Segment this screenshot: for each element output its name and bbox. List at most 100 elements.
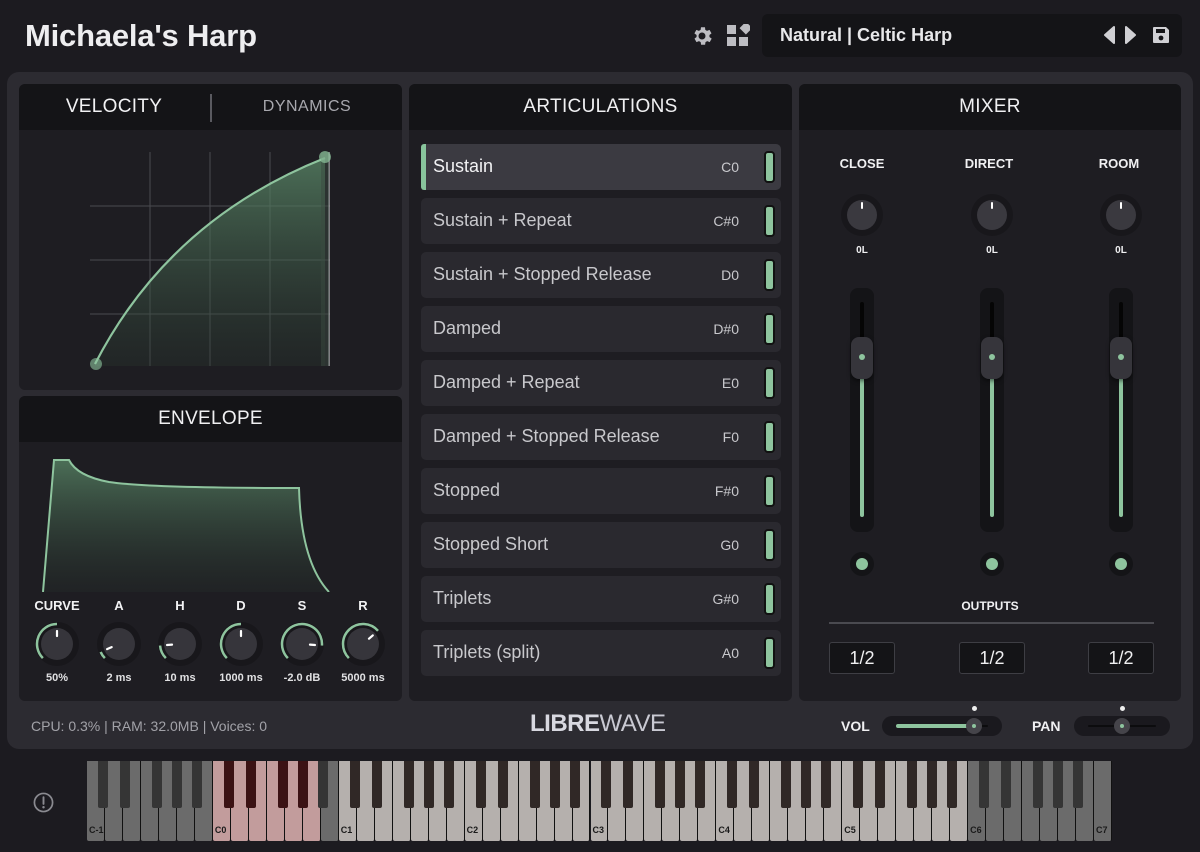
black-key[interactable] [119, 761, 130, 808]
velocity-end-handle[interactable] [319, 151, 331, 163]
attack-knob-dial[interactable] [95, 620, 143, 668]
black-key[interactable] [801, 761, 812, 808]
black-key[interactable] [349, 761, 360, 808]
preset-selector[interactable]: Natural | Celtic Harp [762, 14, 1182, 57]
black-key[interactable] [497, 761, 508, 808]
direct-pan-knob[interactable] [969, 192, 1015, 238]
floppy-icon[interactable] [1151, 25, 1171, 45]
black-key[interactable] [1001, 761, 1012, 808]
grid-icon[interactable] [726, 24, 750, 48]
articulation-item[interactable]: Sustain C0 [421, 144, 781, 190]
articulation-item[interactable]: Sustain + Stopped Release D0 [421, 252, 781, 298]
black-key[interactable] [297, 761, 308, 808]
room-fader[interactable] [1109, 288, 1133, 532]
knob-hold[interactable]: H 10 ms [150, 596, 210, 684]
black-key[interactable] [423, 761, 434, 808]
black-key[interactable] [569, 761, 580, 808]
black-key[interactable] [223, 761, 234, 808]
knob-attack[interactable]: A 2 ms [89, 596, 149, 684]
articulation-item[interactable]: Stopped Short G0 [421, 522, 781, 568]
black-key[interactable] [151, 761, 162, 808]
caret-right-icon[interactable] [1123, 26, 1137, 44]
black-key[interactable] [601, 761, 612, 808]
black-key[interactable] [749, 761, 760, 808]
knob-sustain[interactable]: S -2.0 dB [272, 596, 332, 684]
close-enable-toggle[interactable] [850, 552, 874, 576]
knob-decay[interactable]: D 1000 ms [211, 596, 271, 684]
piano-keyboard[interactable]: C-1 C0 C1 C2 C3 C4 C5 C6 C7 [87, 761, 1112, 841]
black-key[interactable] [475, 761, 486, 808]
black-key[interactable] [1053, 761, 1064, 808]
channel-label-direct: DIRECT [964, 156, 1014, 171]
alert-icon[interactable] [33, 792, 54, 813]
black-key[interactable] [979, 761, 990, 808]
articulation-keyswitch: C0 [721, 159, 739, 175]
room-pan-knob[interactable] [1098, 192, 1144, 238]
close-output-select[interactable]: 1/2 [829, 642, 895, 674]
release-knob-dial[interactable] [339, 620, 387, 668]
tab-dynamics[interactable]: DYNAMICS [212, 98, 402, 116]
fader-handle[interactable] [1110, 336, 1132, 379]
black-key[interactable] [907, 761, 918, 808]
curve-knob-dial[interactable] [33, 620, 81, 668]
hold-knob-dial[interactable] [156, 620, 204, 668]
black-key[interactable] [927, 761, 938, 808]
volume-slider[interactable] [882, 706, 1002, 736]
black-key[interactable] [403, 761, 414, 808]
black-key[interactable] [781, 761, 792, 808]
black-key[interactable] [623, 761, 634, 808]
envelope-graph[interactable] [19, 442, 402, 592]
black-key[interactable] [727, 761, 738, 808]
tab-velocity[interactable]: VELOCITY [19, 96, 209, 118]
articulation-item[interactable]: Sustain + Repeat C#0 [421, 198, 781, 244]
articulation-item[interactable]: Damped D#0 [421, 306, 781, 352]
black-key[interactable] [277, 761, 288, 808]
pan-slider[interactable] [1074, 706, 1170, 736]
knob-label: S [297, 598, 307, 613]
fader-handle[interactable] [981, 336, 1003, 379]
direct-output-select[interactable]: 1/2 [959, 642, 1025, 674]
black-key[interactable] [191, 761, 202, 808]
knob-curve[interactable]: CURVE 50% [27, 596, 87, 684]
close-pan-knob[interactable] [839, 192, 885, 238]
decay-knob-dial[interactable] [217, 620, 265, 668]
black-key[interactable] [529, 761, 540, 808]
black-key[interactable] [1033, 761, 1044, 808]
black-key[interactable] [443, 761, 454, 808]
fader-handle[interactable] [851, 336, 873, 379]
black-key[interactable] [875, 761, 886, 808]
slider-thumb[interactable] [966, 718, 983, 734]
black-key[interactable] [317, 761, 328, 808]
black-key[interactable] [675, 761, 686, 808]
gear-icon[interactable] [690, 24, 714, 48]
articulation-item[interactable]: Triplets G#0 [421, 576, 781, 622]
preset-name[interactable]: Natural | Celtic Harp [780, 25, 952, 46]
black-key[interactable] [695, 761, 706, 808]
slider-thumb[interactable] [1114, 718, 1130, 734]
black-key[interactable] [371, 761, 382, 808]
black-key[interactable] [97, 761, 108, 808]
black-key[interactable] [171, 761, 182, 808]
black-key[interactable] [245, 761, 256, 808]
white-key[interactable]: C7 [1094, 761, 1112, 841]
black-key[interactable] [1073, 761, 1084, 808]
black-key[interactable] [655, 761, 666, 808]
knob-release[interactable]: R 5000 ms [333, 596, 393, 684]
black-key[interactable] [947, 761, 958, 808]
black-key[interactable] [821, 761, 832, 808]
articulation-item[interactable]: Damped + Repeat E0 [421, 360, 781, 406]
articulation-item[interactable]: Stopped F#0 [421, 468, 781, 514]
direct-fader[interactable] [980, 288, 1004, 532]
direct-enable-toggle[interactable] [980, 552, 1004, 576]
caret-left-icon[interactable] [1103, 26, 1117, 44]
velocity-start-handle[interactable] [90, 358, 102, 370]
close-fader[interactable] [850, 288, 874, 532]
articulation-item[interactable]: Triplets (split) A0 [421, 630, 781, 676]
velocity-curve-editor[interactable] [19, 130, 402, 390]
room-output-select[interactable]: 1/2 [1088, 642, 1154, 674]
room-enable-toggle[interactable] [1109, 552, 1133, 576]
articulation-item[interactable]: Damped + Stopped Release F0 [421, 414, 781, 460]
sustain-knob-dial[interactable] [278, 620, 326, 668]
black-key[interactable] [853, 761, 864, 808]
black-key[interactable] [549, 761, 560, 808]
